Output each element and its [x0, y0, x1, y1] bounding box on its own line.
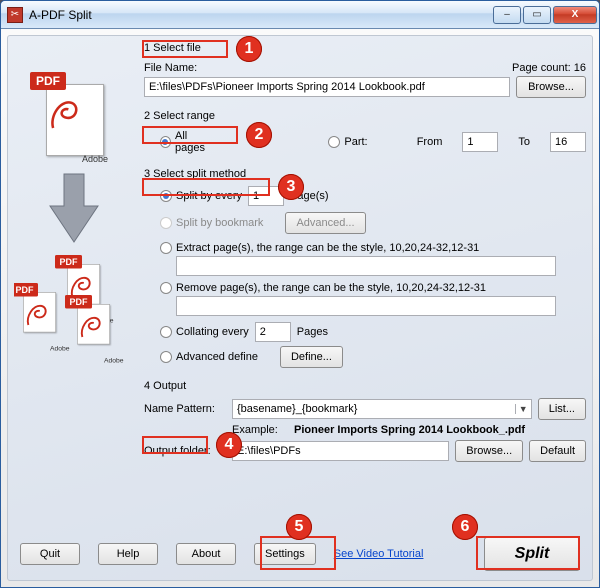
- radio-dot-icon: [160, 136, 171, 148]
- quit-button[interactable]: Quit: [20, 543, 80, 565]
- minimize-button[interactable]: –: [493, 6, 521, 24]
- maximize-button[interactable]: ▭: [523, 6, 551, 24]
- name-pattern-dropdown[interactable]: {basename}_{bookmark} ▼: [232, 399, 532, 419]
- page-count: Page count: 16: [512, 62, 586, 74]
- pages-suffix: Page(s): [290, 190, 329, 202]
- radio-dot-icon: [328, 136, 340, 148]
- sidebar-graphic: PDF Adobe PDF Adobe PDF: [14, 46, 134, 530]
- pdf-badge: PDF: [30, 72, 66, 90]
- output-folder-label: Output folder:: [144, 445, 226, 457]
- titlebar[interactable]: A-PDF Split – ▭ X: [1, 1, 599, 29]
- radio-dot-icon: [160, 242, 172, 254]
- step2-heading: 2 Select range: [144, 108, 586, 124]
- window-title: A-PDF Split: [29, 8, 491, 22]
- settings-button[interactable]: Settings: [254, 543, 316, 565]
- file-name-label: File Name:: [144, 62, 197, 74]
- adobe-label: Adobe: [82, 154, 108, 164]
- define-button[interactable]: Define...: [280, 346, 343, 368]
- radio-extract[interactable]: Extract page(s), the range can be the st…: [160, 242, 479, 254]
- extract-input[interactable]: [176, 256, 556, 276]
- output-folder-input[interactable]: [232, 441, 449, 461]
- to-label: To: [518, 136, 530, 148]
- example-label: Example:: [232, 424, 288, 436]
- from-label: From: [417, 136, 443, 148]
- step4-heading: 4 Output: [144, 378, 586, 394]
- radio-dot-icon: [160, 326, 172, 338]
- radio-dot-icon: [160, 190, 172, 202]
- browse-output-button[interactable]: Browse...: [455, 440, 523, 462]
- advanced-bookmark-button: Advanced...: [285, 212, 365, 234]
- remove-input[interactable]: [176, 296, 556, 316]
- radio-part[interactable]: Part:: [328, 136, 367, 148]
- about-button[interactable]: About: [176, 543, 236, 565]
- radio-advanced-define[interactable]: Advanced define: [160, 351, 258, 363]
- chevron-down-icon: ▼: [515, 404, 531, 414]
- tutorial-link[interactable]: See Video Tutorial: [334, 548, 424, 560]
- radio-dot-icon: [160, 282, 172, 294]
- split-every-input[interactable]: [248, 186, 284, 206]
- from-input[interactable]: [462, 132, 498, 152]
- radio-dot-icon: [160, 351, 172, 363]
- footer: Quit Help About Settings See Video Tutor…: [12, 532, 588, 576]
- radio-split-every[interactable]: Split by every: [160, 190, 242, 202]
- radio-remove[interactable]: Remove page(s), the range can be the sty…: [160, 282, 486, 294]
- pdf-source-icon: PDF Adobe: [34, 76, 114, 166]
- client-area: PDF Adobe PDF Adobe PDF: [7, 35, 593, 581]
- app-window: A-PDF Split – ▭ X PDF Adobe: [0, 0, 600, 588]
- pdf-output-icon: PDF Adobe PDF Adobe PDF Adobe: [14, 252, 134, 372]
- radio-all-pages[interactable]: All pages: [160, 130, 216, 154]
- app-icon: [7, 7, 23, 23]
- collating-input[interactable]: [255, 322, 291, 342]
- step1-heading: 1 Select file: [144, 40, 586, 56]
- radio-split-bookmark: Split by bookmark: [160, 217, 263, 229]
- main-content: 1 Select file File Name: Page count: 16 …: [144, 40, 586, 530]
- help-button[interactable]: Help: [98, 543, 158, 565]
- split-button[interactable]: Split: [484, 537, 580, 571]
- name-pattern-label: Name Pattern:: [144, 403, 226, 415]
- example-value: Pioneer Imports Spring 2014 Lookbook_.pd…: [294, 424, 525, 436]
- radio-dot-icon: [160, 217, 172, 229]
- browse-file-button[interactable]: Browse...: [516, 76, 586, 98]
- close-button[interactable]: X: [553, 6, 597, 24]
- to-input[interactable]: [550, 132, 586, 152]
- step3-heading: 3 Select split method: [144, 166, 586, 182]
- arrow-down-icon: [48, 172, 100, 246]
- radio-collating[interactable]: Collating every: [160, 326, 249, 338]
- list-button[interactable]: List...: [538, 398, 586, 420]
- default-button[interactable]: Default: [529, 440, 586, 462]
- file-name-input[interactable]: [144, 77, 510, 97]
